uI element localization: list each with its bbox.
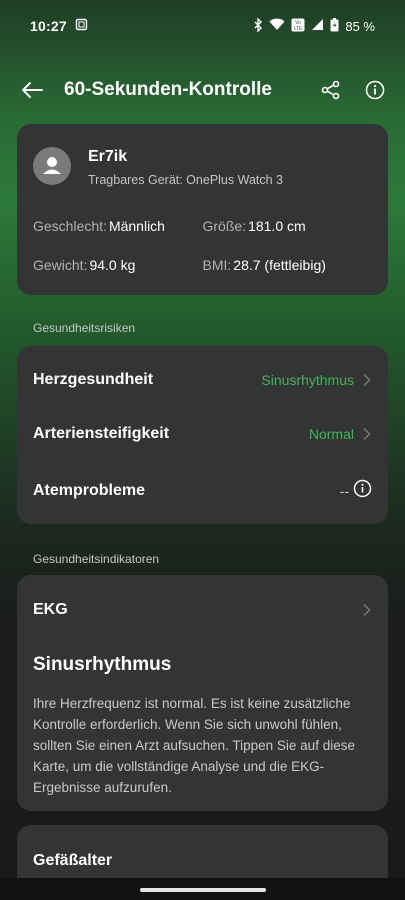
svg-text:LTE: LTE bbox=[294, 26, 303, 32]
ekg-status: Sinusrhythmus bbox=[33, 654, 172, 675]
chevron-right-icon bbox=[360, 427, 372, 441]
risk-row-heart[interactable]: Herzgesundheit Sinusrhythmus bbox=[33, 371, 372, 389]
risk-value: Normal bbox=[308, 426, 354, 442]
ekg-title: EKG bbox=[33, 601, 68, 618]
info-icon[interactable] bbox=[361, 76, 389, 104]
profile-row: Geschlecht: Männlich Größe: 181.0 cm bbox=[33, 218, 372, 234]
field-value: 181.0 cm bbox=[248, 218, 306, 234]
profile-card: Er7ik Tragbares Gerät: OnePlus Watch 3 G… bbox=[17, 124, 388, 295]
device-label: Tragbares Gerät: OnePlus Watch 3 bbox=[88, 173, 283, 187]
screenshot-icon bbox=[75, 18, 88, 34]
wifi-icon bbox=[269, 18, 285, 34]
height-field: Größe: 181.0 cm bbox=[203, 218, 373, 234]
home-indicator[interactable] bbox=[140, 888, 266, 892]
battery-percent: 85 % bbox=[345, 18, 375, 34]
health-risks-header: Gesundheitsrisiken bbox=[33, 321, 136, 335]
user-name: Er7ik bbox=[88, 148, 128, 165]
page-title: 60-Sekunden-Kontrolle bbox=[64, 79, 272, 100]
risk-row-breathing[interactable]: Atemprobleme -- bbox=[33, 479, 372, 503]
field-value: 94.0 kg bbox=[89, 257, 136, 273]
health-indicators-header: Gesundheitsindikatoren bbox=[33, 552, 160, 566]
status-bar: 10:27 Vo LTE 85 % bbox=[0, 0, 405, 52]
field-label: Größe: bbox=[202, 218, 247, 234]
risk-label: Herzgesundheit bbox=[33, 371, 154, 388]
risk-label: Atemprobleme bbox=[33, 482, 146, 499]
back-arrow-icon[interactable] bbox=[18, 76, 46, 104]
risk-row-arteries[interactable]: Arteriensteifigkeit Normal bbox=[33, 425, 372, 443]
bmi-field: BMI: 28.7 (fettleibig) bbox=[203, 257, 373, 273]
profile-row: Gewicht: 94.0 kg BMI: 28.7 (fettleibig) bbox=[33, 257, 372, 273]
info-icon[interactable] bbox=[353, 479, 372, 503]
chevron-right-icon bbox=[360, 373, 372, 387]
status-time: 10:27 bbox=[30, 18, 67, 34]
health-risks-card: Herzgesundheit Sinusrhythmus Arterienste… bbox=[17, 346, 388, 524]
field-label: Gewicht: bbox=[33, 257, 88, 273]
battery-icon bbox=[330, 17, 339, 35]
risk-value: -- bbox=[339, 483, 349, 499]
gender-field: Geschlecht: Männlich bbox=[33, 218, 203, 234]
share-icon[interactable] bbox=[317, 76, 345, 104]
weight-field: Gewicht: 94.0 kg bbox=[33, 257, 203, 273]
risk-label: Arteriensteifigkeit bbox=[33, 425, 170, 442]
field-label: Geschlecht: bbox=[33, 218, 107, 234]
field-value: 28.7 (fettleibig) bbox=[233, 257, 326, 273]
signal-icon bbox=[311, 18, 324, 34]
field-value: Männlich bbox=[108, 218, 165, 234]
field-label: BMI: bbox=[202, 257, 232, 273]
volte-icon: Vo LTE bbox=[291, 18, 305, 35]
avatar bbox=[33, 147, 71, 185]
vessel-age-title: Gefäßalter bbox=[33, 852, 113, 869]
chevron-right-icon bbox=[360, 603, 372, 622]
bluetooth-icon bbox=[253, 16, 263, 35]
app-bar: 60-Sekunden-Kontrolle bbox=[0, 66, 405, 114]
risk-value: Sinusrhythmus bbox=[261, 372, 354, 388]
ekg-description: Ihre Herzfrequenz ist normal. Es ist kei… bbox=[33, 696, 355, 795]
ekg-card[interactable]: EKG Sinusrhythmus Ihre Herzfrequenz ist … bbox=[17, 575, 388, 811]
